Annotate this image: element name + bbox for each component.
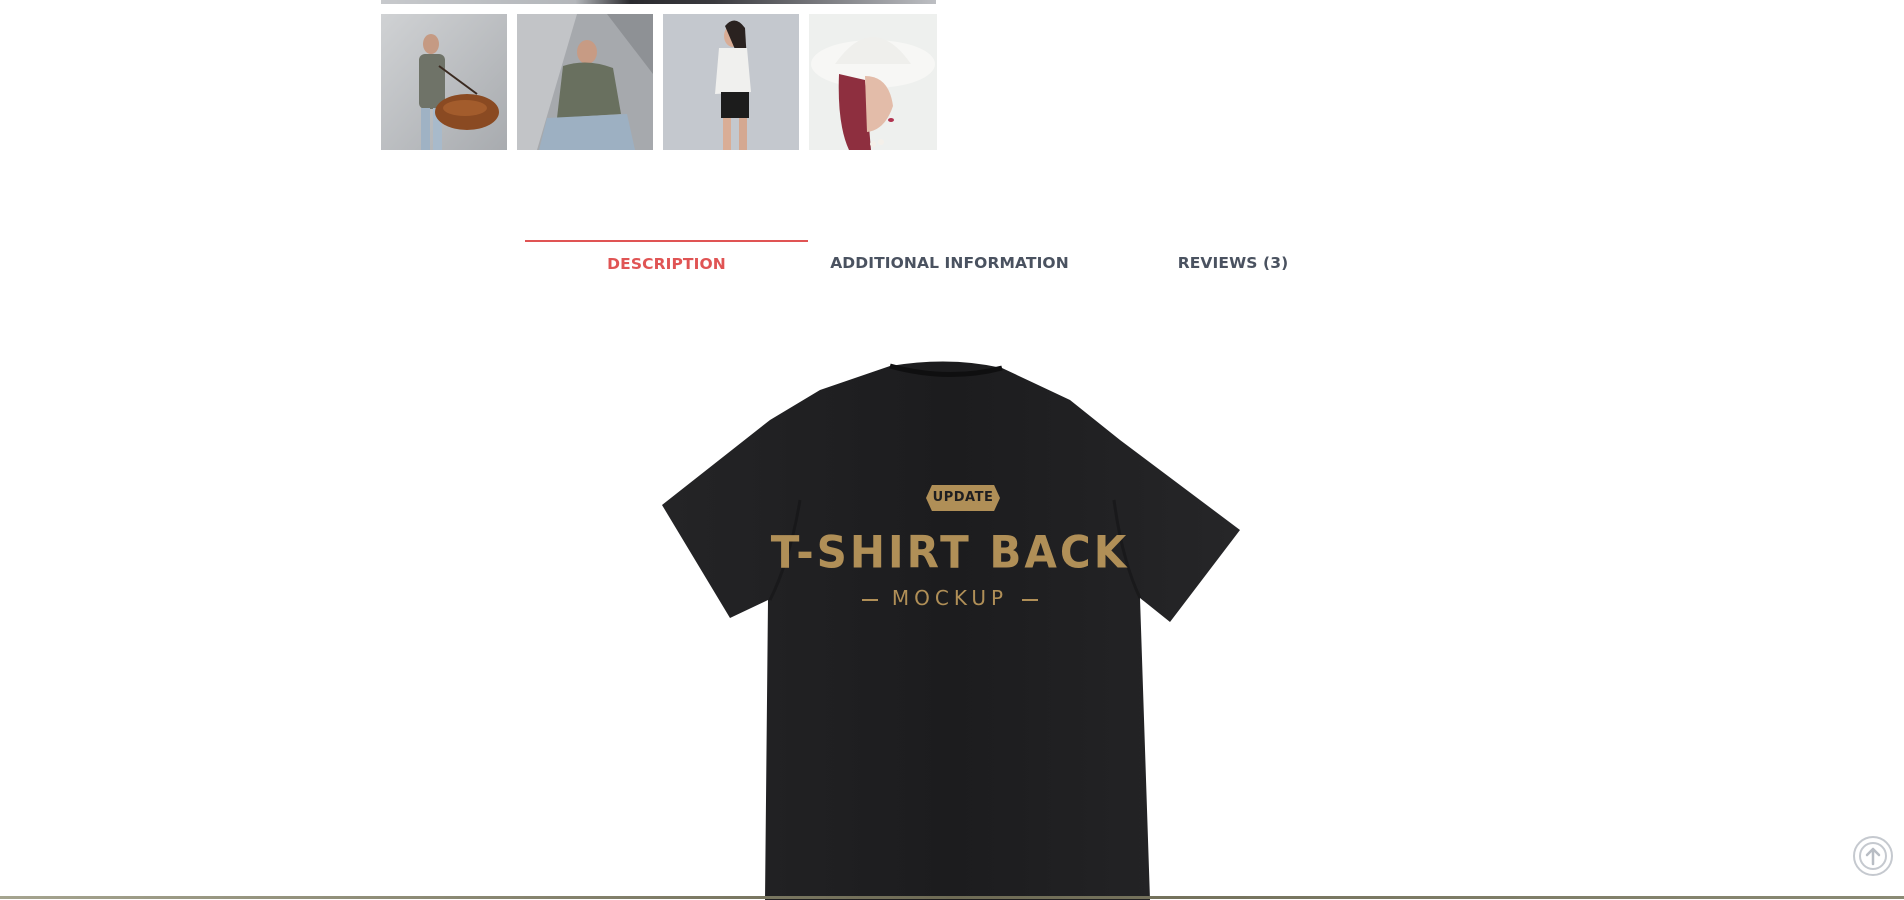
thumbnail-woman-sun-hat[interactable] (809, 14, 937, 150)
main-product-image (381, 0, 936, 4)
shirt-subtitle-row: MOCKUP (650, 586, 1250, 610)
dash-right (1022, 598, 1039, 601)
description-image-tshirt: UPDATE T-SHIRT BACK MOCKUP (650, 360, 1250, 900)
product-tabs: DESCRIPTION ADDITIONAL INFORMATION REVIE… (525, 240, 1385, 280)
arrow-up-circle-icon (1859, 842, 1887, 870)
thumbnail-gallery (381, 14, 937, 151)
dash-left (861, 598, 878, 601)
tab-additional-information[interactable]: ADDITIONAL INFORMATION (808, 240, 1091, 280)
thumbnail-man-with-bag[interactable] (381, 14, 507, 150)
tab-description[interactable]: DESCRIPTION (525, 240, 808, 280)
thumbnail-woman-white-top[interactable] (663, 14, 799, 150)
thumbnail-man-sitting[interactable] (517, 14, 653, 150)
shirt-title: T-SHIRT BACK (770, 526, 1130, 579)
shirt-badge: UPDATE (926, 485, 1000, 511)
scroll-to-top-button[interactable] (1853, 836, 1893, 876)
shirt-subtitle: MOCKUP (891, 586, 1009, 610)
tab-reviews[interactable]: REVIEWS (3) (1091, 240, 1375, 280)
